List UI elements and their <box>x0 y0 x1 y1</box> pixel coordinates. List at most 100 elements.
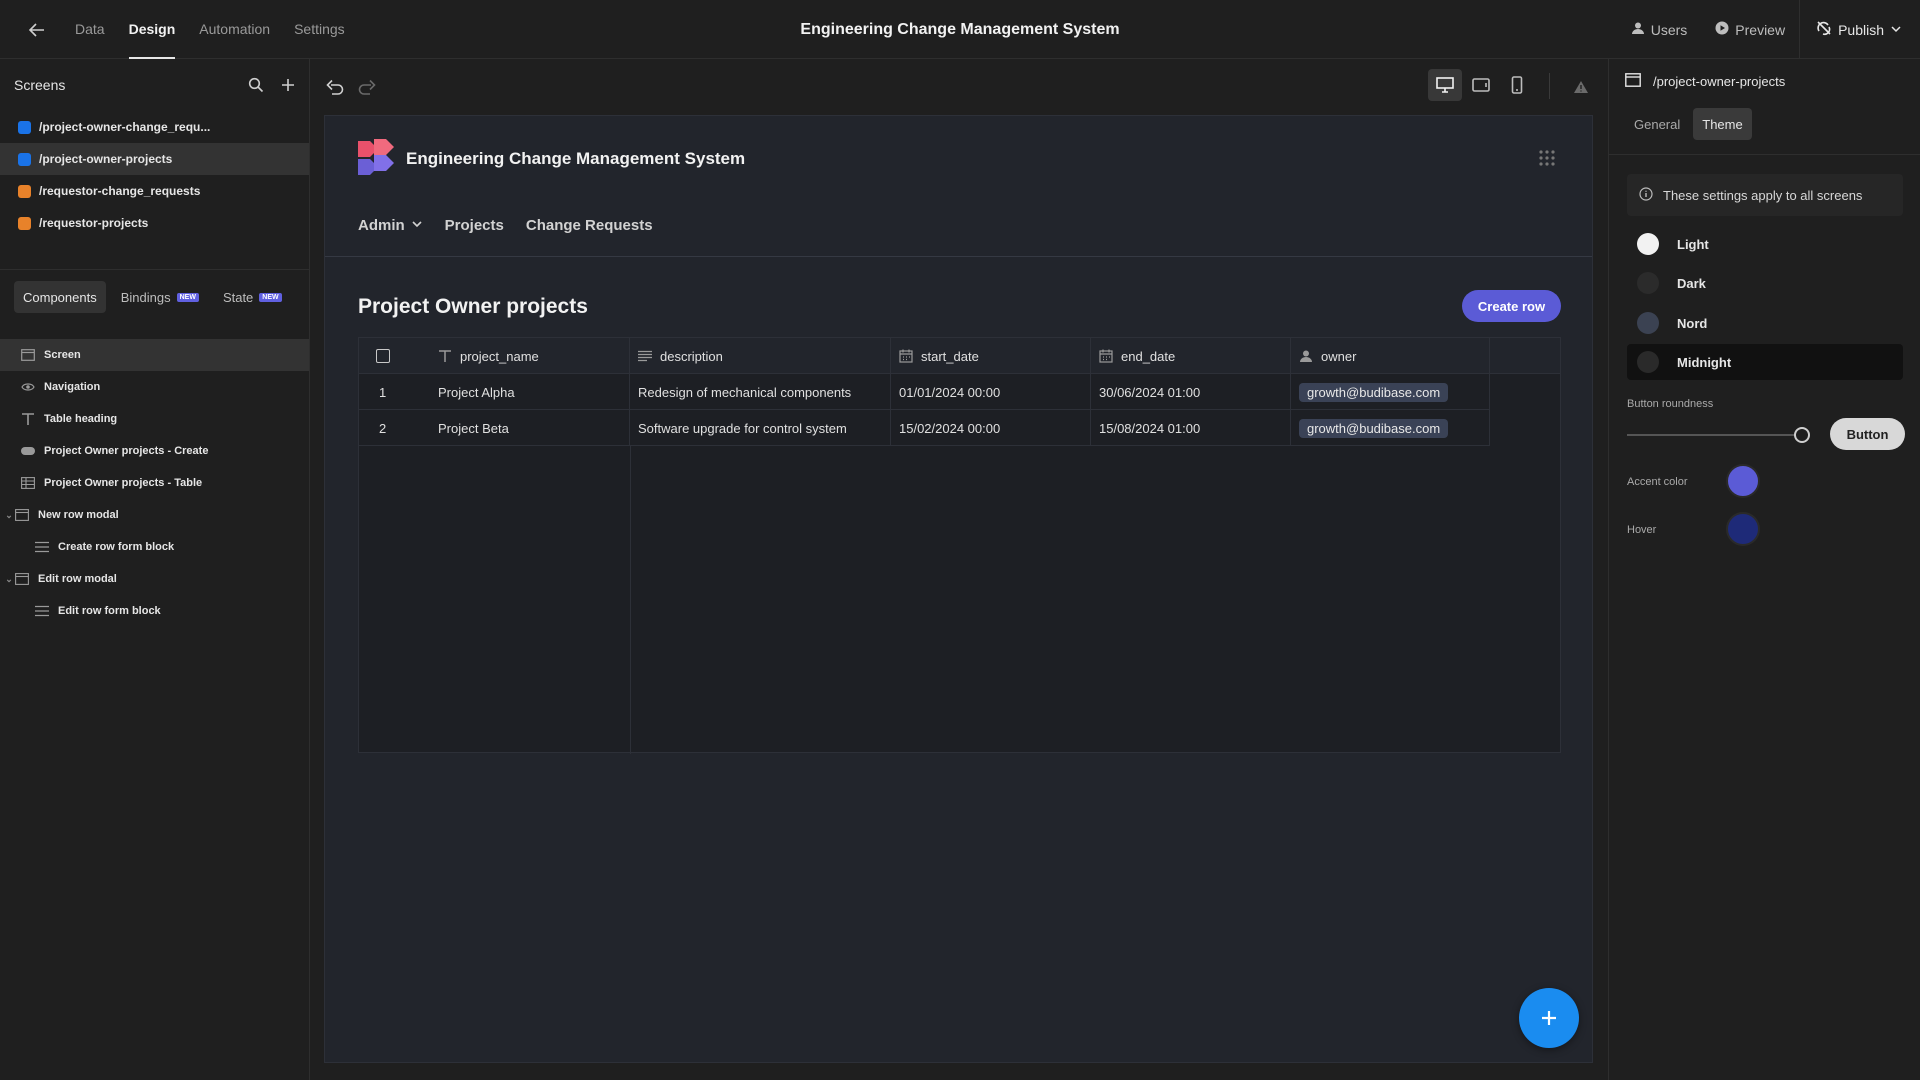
table-row[interactable]: 1 Project Alpha Redesign of mechanical c… <box>359 374 1490 410</box>
undo-icon[interactable] <box>321 73 349 101</box>
tree-item-create-button[interactable]: Project Owner projects - Create <box>0 435 309 467</box>
info-icon <box>1639 186 1653 204</box>
tree-item-new-row-modal[interactable]: ⌄ New row modal <box>0 499 309 531</box>
tree-item-table-heading[interactable]: Table heading <box>0 403 309 435</box>
chevron-down-icon[interactable]: ⌄ <box>4 574 14 585</box>
tab-settings[interactable]: Settings <box>294 0 345 59</box>
screen-item[interactable]: /project-owner-change_requ... <box>0 111 309 143</box>
cell-end-date[interactable]: 30/06/2024 01:00 <box>1091 374 1291 410</box>
modal-icon <box>14 571 30 587</box>
divider <box>1549 73 1550 99</box>
app-navigation: Admin Projects Change Requests <box>358 217 653 234</box>
column-project-name[interactable]: project_name <box>438 338 630 374</box>
mobile-icon[interactable] <box>1500 69 1534 101</box>
screen-dot-icon <box>18 152 31 166</box>
screen-dot-icon <box>18 216 31 230</box>
plus-icon <box>1542 1011 1556 1025</box>
users-button[interactable]: Users <box>1617 21 1702 38</box>
tab-design[interactable]: Design <box>128 0 175 59</box>
theme-label: Nord <box>1677 315 1708 331</box>
theme-light[interactable]: Light <box>1627 226 1903 262</box>
app-header: Engineering Change Management System Adm… <box>325 116 1592 257</box>
chevron-down-icon <box>1890 22 1902 38</box>
new-badge: NEW <box>259 292 282 302</box>
eye-icon <box>20 379 36 395</box>
tree-item-screen[interactable]: Screen <box>0 339 309 371</box>
preview-label: Preview <box>1735 21 1786 38</box>
hover-color-swatch[interactable] <box>1726 512 1760 546</box>
tab-data[interactable]: Data <box>75 0 105 59</box>
cell-end-date[interactable]: 15/08/2024 01:00 <box>1091 410 1291 446</box>
tree-label: Edit row modal <box>38 573 117 585</box>
tree-item-navigation[interactable]: Navigation <box>0 371 309 403</box>
column-end-date[interactable]: end_date <box>1091 338 1291 374</box>
theme-dark[interactable]: Dark <box>1627 265 1903 301</box>
add-fab-button[interactable] <box>1519 988 1579 1048</box>
column-start-date[interactable]: start_date <box>891 338 1091 374</box>
screen-icon <box>1625 73 1641 90</box>
nav-admin[interactable]: Admin <box>358 217 423 234</box>
calendar-icon <box>1099 349 1113 363</box>
cell-start-date[interactable]: 01/01/2024 00:00 <box>891 374 1091 410</box>
cell-project-name[interactable]: Project Alpha <box>438 374 630 410</box>
screen-item[interactable]: /requestor-projects <box>0 207 309 239</box>
select-all-checkbox[interactable] <box>376 349 390 363</box>
cell-owner[interactable]: growth@budibase.com <box>1291 374 1490 410</box>
chevron-down-icon[interactable]: ⌄ <box>4 510 14 521</box>
theme-midnight[interactable]: Midnight <box>1627 344 1903 380</box>
back-arrow-icon[interactable] <box>24 17 50 43</box>
accent-color-swatch[interactable] <box>1726 464 1760 498</box>
theme-nord[interactable]: Nord <box>1627 305 1903 341</box>
cell-description[interactable]: Software upgrade for control system <box>630 410 891 446</box>
redo-icon[interactable] <box>353 73 381 101</box>
tab-components[interactable]: Components <box>14 281 106 313</box>
tree-item-table[interactable]: Project Owner projects - Table <box>0 467 309 499</box>
table-icon <box>20 475 36 491</box>
column-description[interactable]: description <box>630 338 891 374</box>
column-owner[interactable]: owner <box>1291 338 1490 374</box>
tree-item-edit-form[interactable]: Edit row form block <box>0 595 309 627</box>
create-row-button[interactable]: Create row <box>1462 290 1561 322</box>
publish-button[interactable]: Publish <box>1799 0 1920 59</box>
button-preview[interactable]: Button <box>1830 418 1905 450</box>
budibase-logo-icon <box>358 139 394 175</box>
preview-button[interactable]: Preview <box>1701 21 1799 38</box>
table-header: project_name description start_date end_… <box>359 338 1560 374</box>
user-icon <box>1631 21 1645 38</box>
cell-owner[interactable]: growth@budibase.com <box>1291 410 1490 446</box>
apps-grid-icon[interactable] <box>1538 149 1556 167</box>
tree-label: Table heading <box>44 413 118 425</box>
cell-start-date[interactable]: 15/02/2024 00:00 <box>891 410 1091 446</box>
tab-general[interactable]: General <box>1625 108 1689 140</box>
column-label: project_name <box>460 348 539 364</box>
add-screen-icon[interactable] <box>276 73 300 97</box>
tab-bindings[interactable]: Bindings NEW <box>112 281 208 313</box>
tree-item-create-form[interactable]: Create row form block <box>0 531 309 563</box>
slider-handle[interactable] <box>1794 427 1810 443</box>
cell-description[interactable]: Redesign of mechanical components <box>630 374 891 410</box>
tab-theme[interactable]: Theme <box>1693 108 1752 140</box>
tree-label: Navigation <box>44 381 101 393</box>
tablet-icon[interactable] <box>1464 69 1498 101</box>
cell-project-name[interactable]: Project Beta <box>438 410 630 446</box>
nav-projects[interactable]: Projects <box>445 217 504 234</box>
canvas-toolbar <box>311 59 1608 115</box>
tab-state[interactable]: State NEW <box>214 281 291 313</box>
table-row[interactable]: 2 Project Beta Software upgrade for cont… <box>359 410 1490 446</box>
form-icon <box>34 539 50 555</box>
tree-item-edit-row-modal[interactable]: ⌄ Edit row modal <box>0 563 309 595</box>
calendar-icon <box>899 349 913 363</box>
theme-label: Light <box>1677 236 1709 252</box>
component-tabs: Components Bindings NEW State NEW <box>14 281 291 313</box>
play-icon <box>1715 21 1729 38</box>
search-icon[interactable] <box>244 73 268 97</box>
info-banner: These settings apply to all screens <box>1627 174 1903 216</box>
screen-item[interactable]: /requestor-change_requests <box>0 175 309 207</box>
tab-label: Bindings <box>120 289 171 305</box>
nav-change-requests[interactable]: Change Requests <box>526 217 653 234</box>
button-roundness-slider[interactable] <box>1627 427 1810 443</box>
tab-automation[interactable]: Automation <box>199 0 270 59</box>
desktop-icon[interactable] <box>1428 69 1462 101</box>
screen-item-selected[interactable]: /project-owner-projects <box>0 143 309 175</box>
warning-icon[interactable] <box>1569 75 1593 99</box>
